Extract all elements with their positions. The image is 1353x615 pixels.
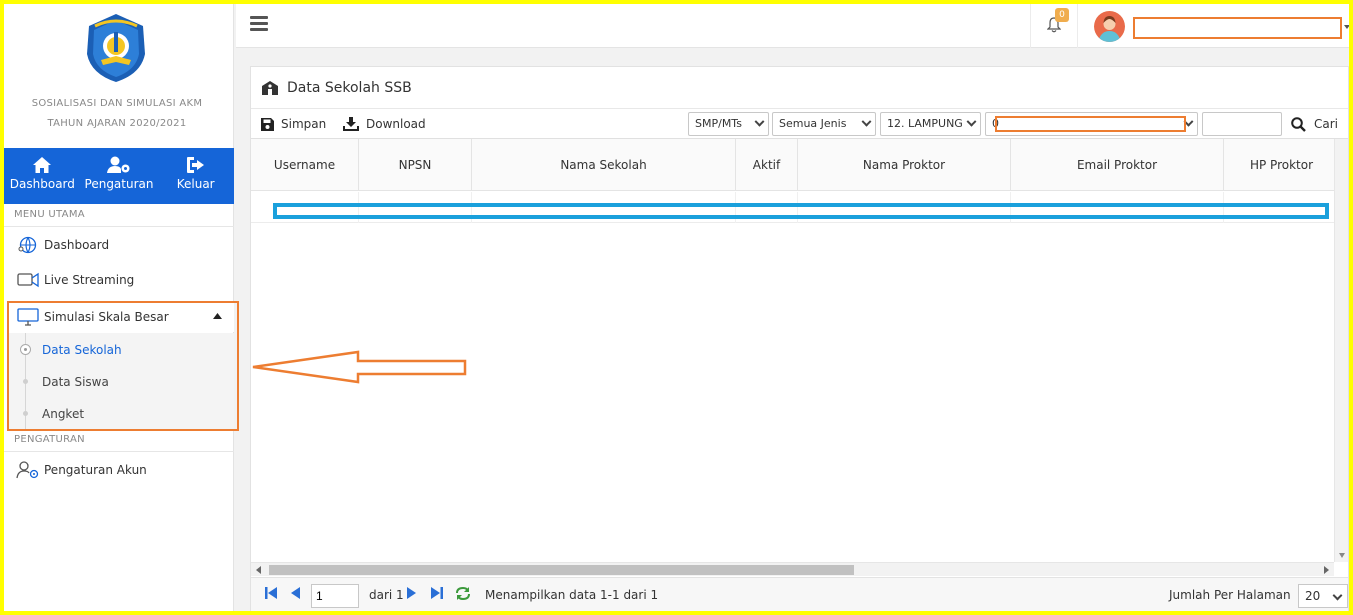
video-icon [16,270,40,290]
column-header-username[interactable]: Username [251,139,359,191]
type-filter-value: Semua Jenis [779,117,847,130]
section-label-main: MENU UTAMA [14,209,85,220]
hamburger-menu-icon[interactable] [250,16,268,32]
nav-dashboard-button[interactable]: Dashboard [4,148,81,204]
column-header-hp-proktor[interactable]: HP Proktor [1224,139,1334,191]
highlight-box-username [1133,17,1342,39]
organization-title: SOSIALISASI DAN SIMULASI AKM TAHUN AJARA… [4,94,230,134]
highlight-box-district [995,116,1186,132]
search-button[interactable]: Cari [1291,113,1338,135]
org-line2: TAHUN AJARAN 2020/2021 [47,118,187,129]
section-label-settings: PENGATURAN [14,434,85,445]
table-header: Username NPSN Nama Sekolah Aktif Nama Pr… [251,139,1334,191]
user-dropdown-caret-icon[interactable] [1344,25,1349,29]
previous-page-icon[interactable] [291,587,300,599]
pagination-bar: dari 1 Menampilkan data 1-1 dari 1 Jumla… [251,577,1348,611]
nav-keluar-button[interactable]: Keluar [157,148,234,204]
scroll-right-icon[interactable] [1324,566,1329,574]
toolbar: Simpan Download SMP/MTs Semua Jenis 12. … [251,108,1348,139]
scrollbar-thumb[interactable] [269,565,854,575]
sidebar-item-label: Live Streaming [44,273,135,287]
province-filter-value: 12. LAMPUNG [887,117,963,130]
nav-keluar-label: Keluar [176,177,215,191]
column-header-nama-proktor[interactable]: Nama Proktor [798,139,1011,191]
user-cog-icon [16,460,40,480]
search-label: Cari [1314,117,1338,131]
school-icon [262,81,278,95]
type-filter-select[interactable]: Semua Jenis [772,112,876,136]
data-sekolah-panel: Data Sekolah SSB Simpan Download SMP/MTs… [250,66,1349,611]
vertical-scrollbar[interactable] [1334,139,1348,562]
top-header: 0 [236,4,1349,48]
chevron-down-icon [966,116,977,127]
per-page-select[interactable]: 20 [1298,584,1348,608]
last-page-icon[interactable] [431,587,443,599]
annotation-arrow-icon [252,350,467,384]
chevron-down-icon [861,116,872,127]
highlight-box-submenu [7,301,239,431]
per-page-label: Jumlah Per Halaman [1169,588,1291,602]
column-header-npsn[interactable]: NPSN [359,139,472,191]
paging-status-text: Menampilkan data 1-1 dari 1 [485,588,659,602]
floppy-disk-icon [261,117,274,131]
scroll-down-icon[interactable] [1339,553,1345,558]
download-label: Download [366,117,426,131]
panel-title: Data Sekolah SSB [261,77,412,99]
page-of-text: dari 1 [369,588,404,602]
nav-pengaturan-label: Pengaturan [84,177,154,191]
sidebar-item-dashboard[interactable]: Dashboard [4,230,234,260]
horizontal-scrollbar[interactable] [251,562,1334,576]
user-avatar[interactable] [1094,11,1125,42]
nav-dashboard-label: Dashboard [9,177,75,191]
top-nav: Dashboard Pengaturan Keluar [4,148,234,204]
divider [4,451,234,452]
level-filter-value: SMP/MTs [695,117,742,130]
chevron-down-icon [1332,590,1343,601]
nav-pengaturan-button[interactable]: Pengaturan [81,148,158,204]
download-button[interactable]: Download [343,113,426,135]
dashboard-globe-icon [16,235,40,255]
logout-icon [186,157,204,173]
search-icon [1291,116,1306,132]
sidebar-item-label: Dashboard [44,238,110,252]
tut-wuri-handayani-logo [81,12,151,84]
column-header-email-proktor[interactable]: Email Proktor [1011,139,1224,191]
notification-button[interactable]: 0 [1030,4,1078,48]
chevron-down-icon [754,116,765,127]
sidebar-item-label: Pengaturan Akun [44,463,147,477]
save-button[interactable]: Simpan [261,113,326,135]
level-filter-select[interactable]: SMP/MTs [688,112,769,136]
search-input[interactable] [1202,112,1282,136]
notification-badge: 0 [1055,8,1069,22]
page-number-input[interactable] [311,584,359,608]
panel-title-text: Data Sekolah SSB [287,80,412,96]
save-label: Simpan [281,117,327,131]
org-line1: SOSIALISASI DAN SIMULASI AKM [31,98,203,109]
per-page-value: 20 [1305,589,1321,603]
refresh-icon[interactable] [455,586,471,601]
highlight-box-row [273,203,1329,219]
first-page-icon[interactable] [265,587,277,599]
column-header-aktif[interactable]: Aktif [736,139,798,191]
column-header-nama-sekolah[interactable]: Nama Sekolah [472,139,736,191]
divider [4,226,234,227]
province-filter-select[interactable]: 12. LAMPUNG [880,112,981,136]
user-settings-icon [107,156,130,173]
sidebar-item-pengaturan-akun[interactable]: Pengaturan Akun [4,455,234,485]
download-icon [343,117,359,131]
app-window: SOSIALISASI DAN SIMULASI AKM TAHUN AJARA… [4,4,1349,611]
sidebar-item-live-streaming[interactable]: Live Streaming [4,265,234,295]
next-page-icon[interactable] [407,587,416,599]
scroll-left-icon[interactable] [256,566,261,574]
home-icon [33,157,52,173]
